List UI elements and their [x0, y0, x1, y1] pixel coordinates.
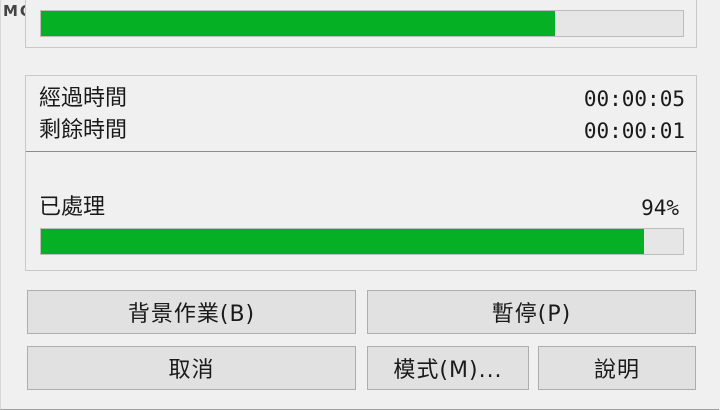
progress-dialog: MOBILE01 經過時間 00:00:05 剩餘時間 00:00:01 已處理…	[0, 0, 719, 410]
status-panel: 經過時間 00:00:05 剩餘時間 00:00:01 已處理 94%	[25, 75, 697, 271]
mode-button[interactable]: 模式(M)...	[367, 346, 529, 390]
processed-row: 已處理 94%	[39, 192, 685, 224]
cancel-button[interactable]: 取消	[27, 346, 356, 390]
remaining-time-value: 00:00:01	[583, 119, 685, 143]
help-button[interactable]: 說明	[538, 346, 696, 390]
elapsed-time-value: 00:00:05	[583, 87, 685, 111]
remaining-time-label: 剩餘時間	[39, 118, 128, 143]
background-job-button[interactable]: 背景作業(B)	[27, 290, 356, 334]
elapsed-time-label: 經過時間	[39, 86, 128, 111]
pause-button[interactable]: 暫停(P)	[367, 290, 696, 334]
top-progress-fill	[41, 11, 555, 36]
processed-progress-fill	[41, 229, 645, 254]
top-panel	[25, 0, 697, 48]
remaining-time-row: 剩餘時間 00:00:01	[39, 115, 685, 147]
elapsed-time-row: 經過時間 00:00:05	[39, 83, 685, 115]
divider	[26, 151, 696, 152]
processed-percent: 94%	[641, 196, 679, 220]
top-progress-bar	[40, 10, 684, 37]
processed-progress-bar	[40, 228, 684, 255]
processed-label: 已處理	[39, 195, 106, 220]
